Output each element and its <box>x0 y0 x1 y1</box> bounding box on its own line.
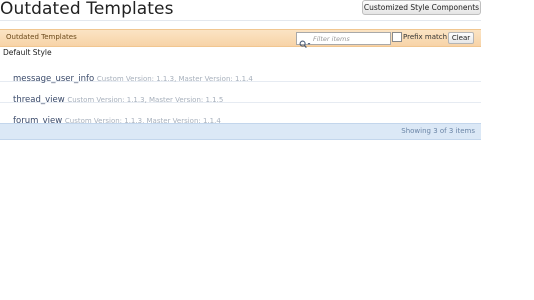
page-title: Outdated Templates <box>0 0 174 19</box>
template-list: message_user_info Custom Version: 1.1.3,… <box>0 61 481 126</box>
prefix-match-checkbox[interactable] <box>392 32 402 42</box>
clear-button[interactable]: Clear <box>448 32 474 44</box>
style-group-header: Default Style <box>3 48 52 57</box>
list-item[interactable]: thread_view Custom Version: 1.1.3, Maste… <box>0 82 481 105</box>
list-item[interactable]: forum_view Custom Version: 1.1.3, Master… <box>0 103 481 126</box>
filter-section-label: Outdated Templates <box>6 33 77 41</box>
search-input[interactable] <box>313 33 387 44</box>
search-box[interactable] <box>296 32 391 49</box>
search-icon <box>299 34 311 49</box>
item-count-summary: Showing 3 of 3 items <box>401 127 475 135</box>
list-item[interactable]: message_user_info Custom Version: 1.1.3,… <box>0 61 481 84</box>
prefix-match-label: Prefix match <box>403 33 448 41</box>
customized-style-components-button[interactable]: Customized Style Components <box>362 0 481 15</box>
list-footer: Showing 3 of 3 items <box>0 123 481 140</box>
title-divider <box>0 20 481 21</box>
filter-bar: Outdated Templates Prefix match Clear <box>0 29 481 49</box>
